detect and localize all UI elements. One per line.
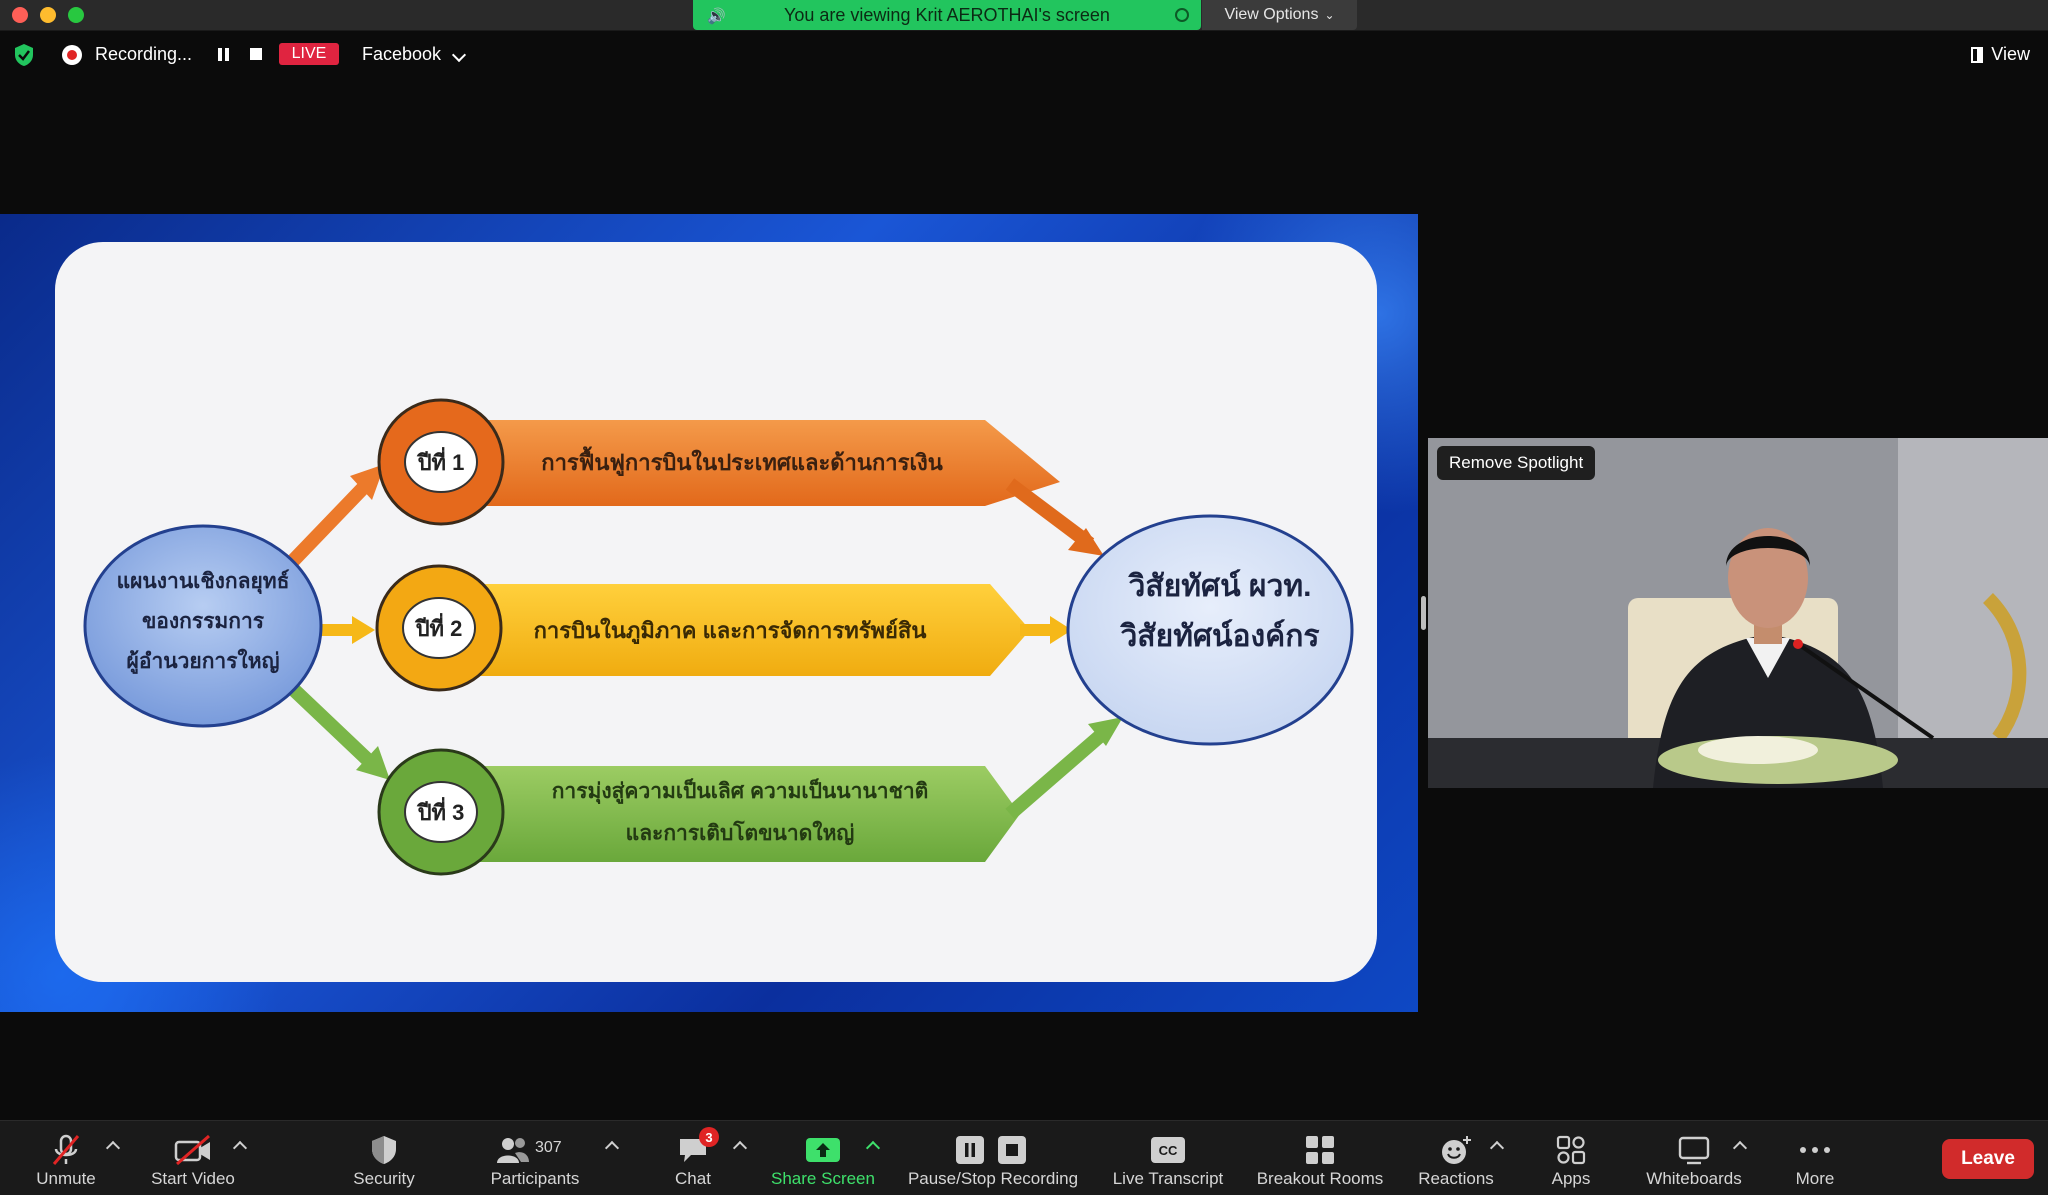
share-screen-button[interactable]: Share Screen [765, 1121, 881, 1195]
stage-3-text-line-1: การมุ่งสู่ความเป็นเลิศ ความเป็นนานาชาติ [552, 777, 929, 805]
maximize-window-button[interactable] [68, 7, 84, 23]
speaker-icon: 🔊 [707, 8, 726, 25]
vision-line-2: วิสัยทัศน์องค์กร [1119, 619, 1319, 653]
more-ellipsis-icon [1795, 1133, 1835, 1167]
window-titlebar: 🔊 You are viewing Krit AEROTHAI's screen… [0, 0, 2048, 31]
meeting-toolbar: Unmute Start Video Security 307 Particip… [0, 1120, 2048, 1195]
year-2-label: ปีที่ 2 [414, 612, 462, 641]
strategic-plan-line-3: ผู้อำนวยการใหญ่ [127, 648, 280, 675]
pause-stop-recording-button[interactable]: Pause/Stop Recording [900, 1121, 1086, 1195]
chevron-down-icon[interactable] [451, 47, 467, 63]
annotate-status-icon [1175, 8, 1189, 22]
arrow-head [352, 616, 375, 644]
whiteboards-label: Whiteboards [1646, 1169, 1742, 1188]
security-button[interactable]: Security [340, 1121, 428, 1195]
live-badge: LIVE [279, 43, 339, 65]
reactions-button[interactable]: Reactions [1410, 1121, 1502, 1195]
breakout-rooms-label: Breakout Rooms [1256, 1169, 1384, 1188]
live-transcript-button[interactable]: CC Live Transcript [1106, 1121, 1230, 1195]
arrow-to-vision [1005, 478, 1095, 550]
chat-bubble-icon: 3 [673, 1127, 719, 1167]
breakout-rooms-icon [1300, 1133, 1340, 1167]
chat-unread-badge: 3 [699, 1127, 719, 1147]
apps-button[interactable]: Apps [1532, 1121, 1610, 1195]
security-label: Security [353, 1169, 415, 1188]
arrow-to-vision [1005, 730, 1105, 820]
pause-stop-icons [953, 1133, 1033, 1167]
pause-stop-recording-label: Pause/Stop Recording [907, 1169, 1079, 1188]
unmute-label: Unmute [36, 1169, 96, 1188]
stage-1-text: การฟื้นฟูการบินในประเทศและด้านการเงิน [541, 446, 943, 477]
chevron-down-icon: ⌄ [1324, 8, 1335, 22]
more-label: More [1795, 1169, 1835, 1188]
chat-caret-icon[interactable] [732, 1140, 748, 1156]
vision-line-1: วิสัยทัศน์ ผวท. [1127, 569, 1311, 603]
view-layout-icon [1971, 46, 1984, 63]
remove-spotlight-button[interactable]: Remove Spotlight [1437, 446, 1596, 480]
more-button[interactable]: More [1776, 1121, 1854, 1195]
leave-button[interactable]: Leave [1942, 1139, 2034, 1179]
stop-recording-icon[interactable] [250, 48, 262, 60]
chat-label: Chat [675, 1169, 711, 1188]
reactions-label: Reactions [1418, 1169, 1494, 1188]
shared-screen[interactable]: ปีที่ 1 ปีที่ 2 ปีที่ 3 การฟื้นฟูการบินใ… [0, 214, 1418, 1012]
stage-3-text-line-2: และการเติบโตขนาดใหญ่ [626, 820, 855, 846]
stage-2-text: การบินในภูมิภาค และการจัดการทรัพย์สิน [534, 617, 927, 645]
live-transcript-label: Live Transcript [1112, 1169, 1224, 1188]
security-shield-icon [364, 1133, 404, 1167]
strategic-plan-line-2: ของกรรมการ [142, 610, 265, 633]
breakout-rooms-button[interactable]: Breakout Rooms [1250, 1121, 1390, 1195]
close-window-button[interactable] [12, 7, 28, 23]
participants-icon: 307 [495, 1133, 575, 1167]
participants-label: Participants [490, 1169, 580, 1188]
stream-target-dropdown[interactable]: Facebook [362, 44, 441, 65]
arrow-to-year1 [284, 481, 371, 569]
view-label: View [1991, 44, 2030, 64]
pause-recording-icon[interactable] [218, 48, 230, 61]
share-screen-label: Share Screen [771, 1169, 875, 1188]
whiteboard-icon [1674, 1133, 1714, 1167]
viewing-screen-text: You are viewing Krit AEROTHAI's screen [784, 4, 1110, 25]
chat-button[interactable]: 3 Chat [655, 1121, 731, 1195]
start-video-button[interactable]: Start Video [140, 1121, 246, 1195]
whiteboards-button[interactable]: Whiteboards [1636, 1121, 1752, 1195]
view-button[interactable]: View [1971, 44, 2030, 65]
participants-count: 307 [535, 1139, 562, 1156]
split-resize-handle[interactable] [1421, 596, 1426, 630]
smiley-add-icon [1436, 1133, 1476, 1167]
recording-status-label: Recording... [95, 44, 193, 64]
apps-label: Apps [1551, 1169, 1591, 1188]
start-video-label: Start Video [151, 1169, 235, 1188]
cc-icon-text: CC [1151, 1137, 1185, 1163]
participants-button[interactable]: 307 Participants [480, 1121, 590, 1195]
viewing-screen-banner: 🔊 You are viewing Krit AEROTHAI's screen [693, 0, 1201, 30]
speaker-video [1428, 438, 2048, 788]
year-1-label: ปีที่ 1 [416, 446, 464, 475]
unmute-button[interactable]: Unmute [22, 1121, 110, 1195]
recording-indicator-icon [62, 45, 82, 65]
microphone-muted-icon [46, 1133, 86, 1167]
year-3-label: ปีที่ 3 [416, 796, 464, 825]
closed-caption-icon: CC [1148, 1133, 1188, 1167]
participants-caret-icon[interactable] [604, 1140, 620, 1156]
arrow-to-year3 [287, 682, 375, 768]
view-options-button[interactable]: View Options ⌄ [1202, 0, 1357, 30]
camera-off-icon [173, 1133, 213, 1167]
strategic-plan-line-1: แผนงานเชิงกลยุทธ์ [117, 569, 290, 595]
apps-icon [1551, 1133, 1591, 1167]
minimize-window-button[interactable] [40, 7, 56, 23]
speaker-video-tile[interactable] [1428, 438, 2048, 788]
encryption-shield-icon[interactable] [13, 43, 35, 67]
strategy-diagram: ปีที่ 1 ปีที่ 2 ปีที่ 3 การฟื้นฟูการบินใ… [83, 398, 1354, 876]
share-screen-icon [803, 1133, 843, 1167]
view-options-label: View Options [1224, 6, 1319, 23]
